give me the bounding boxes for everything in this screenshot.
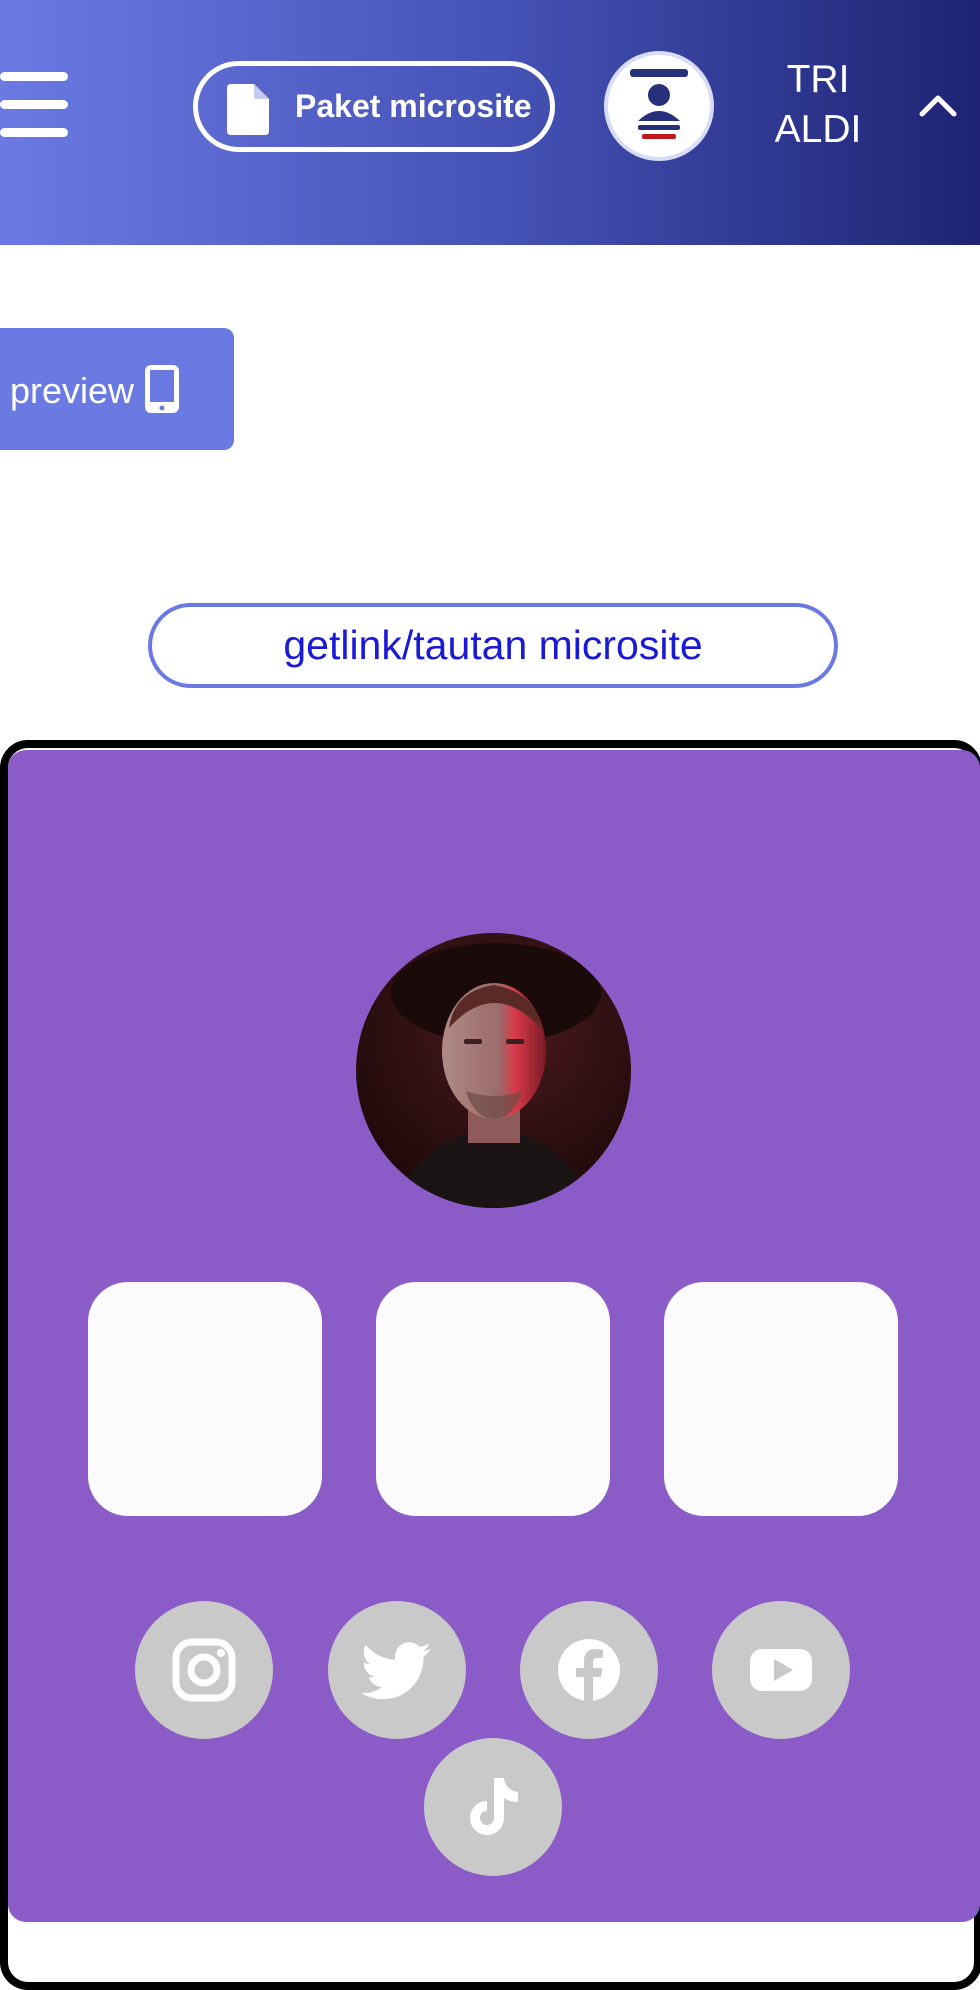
instagram-button[interactable] — [135, 1601, 273, 1739]
preview-label: preview — [10, 370, 135, 411]
app-header: Paket microsite TRI ALDI — [0, 0, 980, 245]
twitter-button[interactable] — [328, 1601, 466, 1739]
document-icon — [227, 84, 269, 135]
hamburger-menu-icon[interactable] — [0, 72, 68, 138]
youtube-button[interactable] — [712, 1601, 850, 1739]
chevron-up-icon[interactable] — [918, 86, 958, 126]
instagram-icon — [172, 1638, 236, 1702]
facebook-button[interactable] — [520, 1601, 658, 1739]
user-avatar[interactable] — [604, 51, 714, 161]
youtube-icon — [750, 1649, 812, 1691]
paket-microsite-button[interactable]: Paket microsite — [193, 61, 555, 152]
preview-button[interactable]: preview — [0, 328, 234, 450]
tiktok-button[interactable] — [424, 1738, 562, 1876]
profile-photo — [356, 933, 631, 1208]
user-name: TRI ALDI — [774, 58, 862, 151]
twitter-icon — [362, 1642, 431, 1700]
link-tile[interactable] — [664, 1282, 898, 1516]
link-tile[interactable] — [88, 1282, 322, 1516]
paket-microsite-label: Paket microsite — [295, 88, 532, 124]
avatar-thumbnail — [630, 69, 688, 139]
tiktok-icon — [470, 1778, 518, 1835]
mobile-phone-icon — [145, 365, 179, 413]
link-tile[interactable] — [376, 1282, 610, 1516]
getlink-microsite-button[interactable]: getlink/tautan microsite — [148, 603, 838, 688]
facebook-icon — [558, 1639, 620, 1701]
